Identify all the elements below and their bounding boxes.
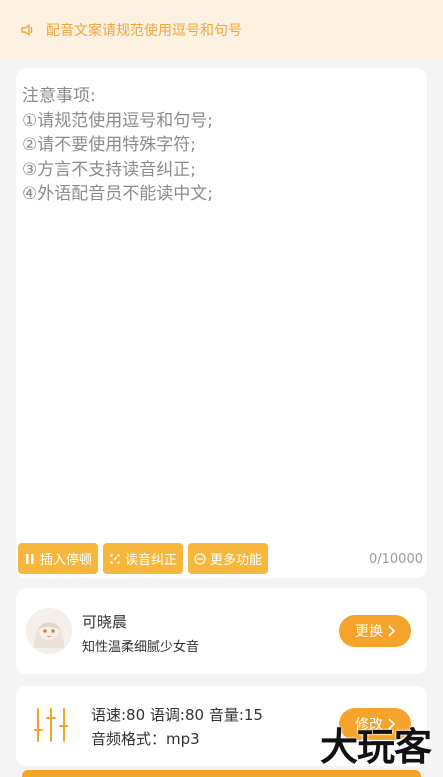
more-icon	[194, 552, 206, 565]
notice-bar: 配音文案请规范使用逗号和句号	[0, 0, 443, 60]
script-editor[interactable]: 注意事项: ①请规范使用逗号和句号; ②请不要使用特殊字符; ③方言不支持读音纠…	[16, 68, 427, 578]
editor-toolbar: 插入停顿 读音纠正 更多功能	[18, 543, 269, 574]
watermark-logo: 大玩客	[319, 725, 432, 769]
voice-card: 可晓晨 知性温柔细腻少女音 更换	[16, 588, 427, 674]
insert-pause-label: 插入停顿	[40, 553, 93, 568]
more-functions-label: 更多功能	[210, 553, 263, 568]
voice-name: 可晓晨	[82, 613, 128, 631]
equalizer-icon	[34, 708, 68, 742]
voice-description: 知性温柔细腻少女音	[82, 640, 200, 655]
pronunciation-correct-label: 读音纠正	[125, 553, 178, 568]
audio-format: 音频格式：mp3	[91, 730, 200, 748]
speaker-icon	[21, 24, 33, 36]
voice-parameters: 语速:80 语调:80 音量:15	[91, 706, 263, 724]
change-voice-label: 更换	[355, 624, 383, 640]
notice-text: 配音文案请规范使用逗号和句号	[46, 23, 242, 39]
editor-placeholder[interactable]: 注意事项: ①请规范使用逗号和句号; ②请不要使用特殊字符; ③方言不支持读音纠…	[22, 84, 417, 207]
correct-icon	[110, 553, 120, 564]
pause-icon	[26, 553, 34, 564]
change-voice-button[interactable]: 更换	[339, 615, 411, 647]
insert-pause-button[interactable]: 插入停顿	[18, 543, 99, 574]
more-functions-button[interactable]: 更多功能	[188, 543, 269, 574]
character-counter: 0/10000	[368, 552, 423, 567]
bottom-action-bar[interactable]	[22, 770, 421, 777]
avatar	[26, 608, 72, 654]
pronunciation-correct-button[interactable]: 读音纠正	[103, 543, 184, 574]
chevron-right-icon	[388, 625, 395, 637]
